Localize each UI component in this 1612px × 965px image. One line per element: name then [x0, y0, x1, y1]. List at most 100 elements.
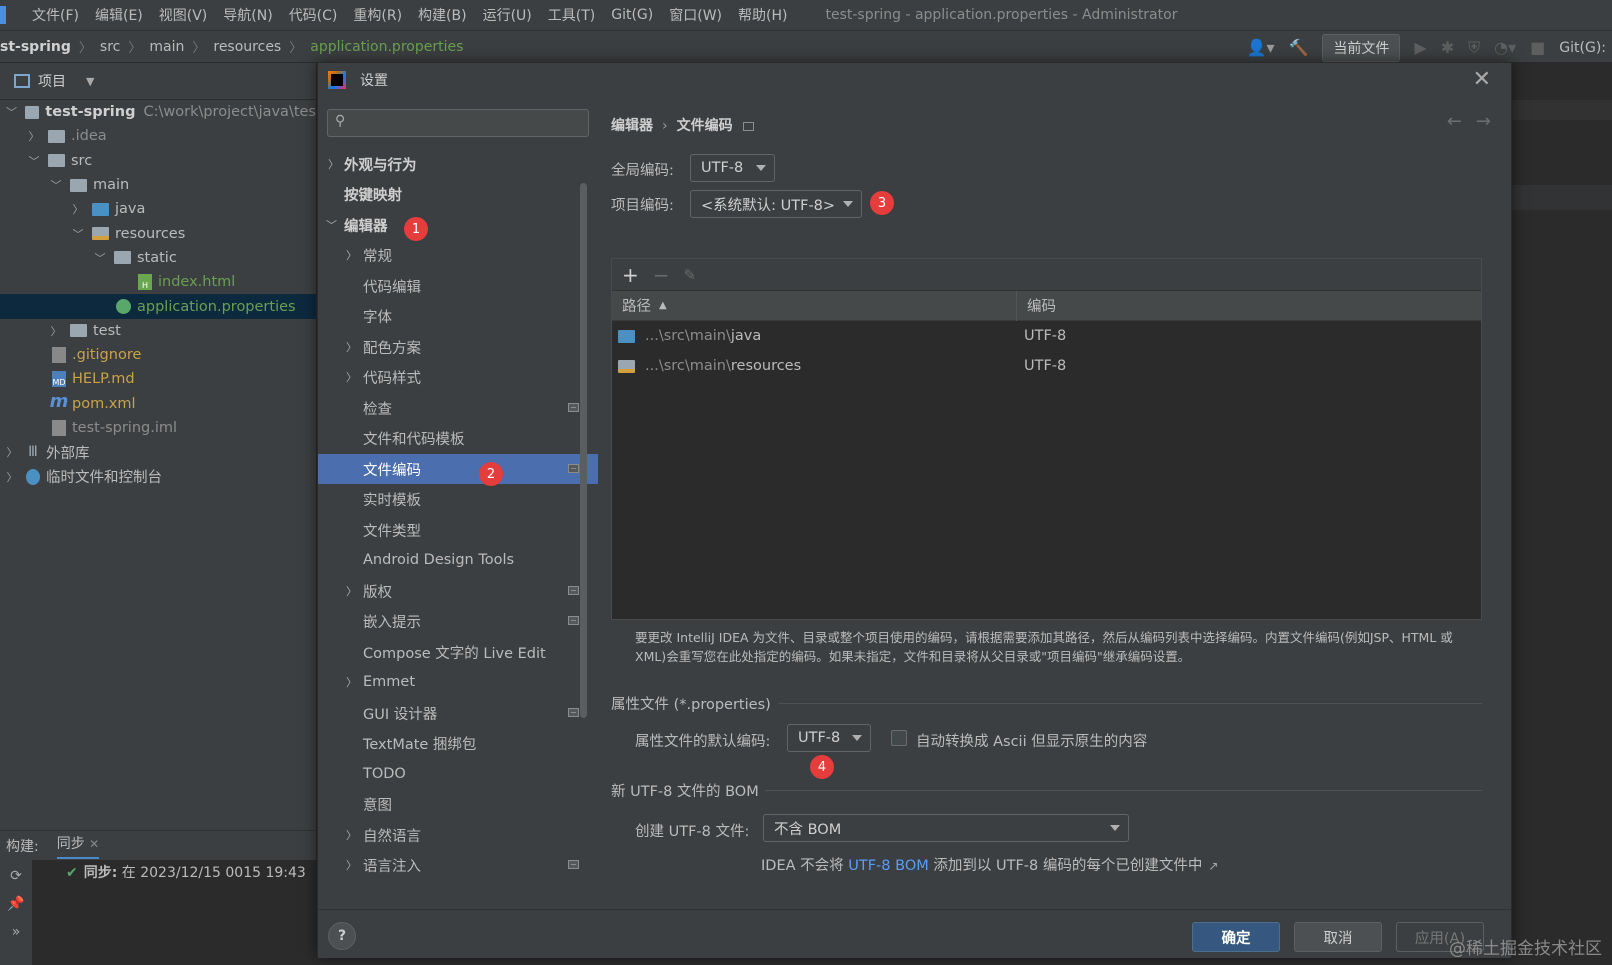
- nav-live-templates[interactable]: 实时模板: [318, 484, 598, 514]
- chevron-down-icon[interactable]: ﹀: [94, 250, 106, 266]
- chevron-right-icon[interactable]: 〉: [346, 583, 357, 599]
- table-row[interactable]: ...\src\main\ java UTF-8: [612, 321, 1481, 351]
- chevron-right-icon[interactable]: 〉: [6, 469, 18, 485]
- user-icon[interactable]: 👤▾: [1247, 38, 1275, 57]
- settings-search[interactable]: ⚲: [327, 109, 589, 137]
- tree-item-external-libraries[interactable]: 〉 Ⅲ 外部库: [0, 440, 316, 464]
- chevron-right-icon[interactable]: 〉: [346, 247, 357, 263]
- chevron-down-icon[interactable]: ▼: [86, 75, 94, 88]
- create-utf8-bom-select[interactable]: 不含 BOM: [763, 814, 1129, 842]
- nav-android-design-tools[interactable]: Android Design Tools: [318, 545, 598, 575]
- breadcrumb-file[interactable]: application.properties: [310, 39, 463, 55]
- ascii-native-label[interactable]: 自动转换成 Ascii 但显示原生的内容: [916, 730, 1147, 751]
- tree-item-pom-xml[interactable]: m pom.xml: [0, 391, 316, 416]
- close-icon[interactable]: ✕: [1473, 67, 1491, 92]
- add-icon[interactable]: +: [622, 263, 639, 287]
- menu-build[interactable]: 构建(B): [410, 5, 475, 25]
- breadcrumb-project[interactable]: st-spring: [0, 39, 71, 55]
- breadcrumb-resources[interactable]: resources: [213, 39, 281, 55]
- tab-sync[interactable]: 同步 ✕: [56, 833, 100, 859]
- tree-item-idea[interactable]: 〉 .idea: [0, 124, 316, 148]
- menu-git[interactable]: Git(G): [603, 7, 661, 23]
- chevron-down-icon[interactable]: ﹀: [50, 177, 62, 193]
- breadcrumb-src[interactable]: src: [100, 39, 120, 55]
- menu-window[interactable]: 窗口(W): [661, 5, 730, 25]
- run-config-selector[interactable]: 当前文件: [1322, 33, 1401, 62]
- pin-icon[interactable]: 📌: [7, 896, 24, 912]
- stop-icon[interactable]: ■: [1530, 38, 1545, 57]
- help-button[interactable]: ?: [328, 922, 356, 950]
- edit-pencil-icon[interactable]: ✎: [684, 266, 697, 284]
- nav-editor[interactable]: ﹀ 编辑器: [318, 210, 598, 240]
- nav-file-encodings[interactable]: 文件编码: [318, 454, 598, 484]
- tree-item-application-properties[interactable]: application.properties: [0, 294, 316, 319]
- run-icon[interactable]: ▶: [1414, 38, 1426, 57]
- nav-color-scheme[interactable]: 〉 配色方案: [318, 332, 598, 362]
- nav-general[interactable]: 〉 常规: [318, 240, 598, 270]
- menu-edit[interactable]: 编辑(E): [87, 5, 151, 25]
- breadcrumb-main[interactable]: main: [149, 39, 184, 55]
- close-icon[interactable]: ✕: [89, 837, 99, 851]
- menu-tools[interactable]: 工具(T): [540, 5, 603, 25]
- nav-language-injections[interactable]: 〉 语言注入: [318, 850, 598, 880]
- nav-font[interactable]: 字体: [318, 301, 598, 331]
- tree-item-resources[interactable]: ﹀ resources: [0, 221, 316, 245]
- nav-textmate-bundles[interactable]: TextMate 捆绑包: [318, 728, 598, 758]
- profile-icon[interactable]: ◔▾: [1494, 38, 1516, 57]
- more-icon[interactable]: »: [12, 924, 21, 940]
- properties-encoding-select[interactable]: UTF-8: [787, 724, 871, 752]
- nav-gui-designer[interactable]: GUI 设计器: [318, 698, 598, 728]
- nav-keymap[interactable]: 按键映射: [318, 179, 598, 209]
- chevron-right-icon[interactable]: 〉: [72, 201, 84, 217]
- chevron-right-icon[interactable]: 〉: [6, 444, 18, 460]
- chevron-right-icon[interactable]: 〉: [346, 369, 357, 385]
- tree-item-main[interactable]: ﹀ main: [0, 173, 316, 197]
- nav-file-templates[interactable]: 文件和代码模板: [318, 423, 598, 453]
- chevron-right-icon[interactable]: 〉: [346, 674, 357, 690]
- chevron-right-icon[interactable]: 〉: [28, 128, 40, 144]
- coverage-icon[interactable]: ⛨: [1468, 38, 1480, 58]
- nav-todo[interactable]: TODO: [318, 759, 598, 789]
- encoding-cell[interactable]: UTF-8: [1017, 328, 1066, 344]
- menu-code[interactable]: 代码(C): [281, 5, 346, 25]
- back-arrow-icon[interactable]: ←: [1447, 111, 1462, 132]
- menu-navigate[interactable]: 导航(N): [215, 5, 280, 25]
- utf8-bom-link[interactable]: UTF-8 BOM: [848, 858, 929, 874]
- git-label[interactable]: Git(G):: [1559, 40, 1606, 56]
- chevron-down-icon[interactable]: ﹀: [72, 226, 84, 242]
- column-encoding-header[interactable]: 编码: [1017, 295, 1056, 316]
- ok-button[interactable]: 确定: [1192, 922, 1280, 952]
- global-encoding-select[interactable]: UTF-8: [690, 154, 775, 182]
- chevron-right-icon[interactable]: 〉: [328, 156, 339, 172]
- nav-file-types[interactable]: 文件类型: [318, 515, 598, 545]
- nav-intentions[interactable]: 意图: [318, 789, 598, 819]
- remove-icon[interactable]: −: [653, 263, 670, 287]
- project-panel-title[interactable]: 项目: [38, 71, 66, 91]
- nav-code-style[interactable]: 〉 代码样式: [318, 362, 598, 392]
- tree-item-scratches[interactable]: 〉 临时文件和控制台: [0, 464, 316, 488]
- ascii-native-checkbox[interactable]: [891, 730, 907, 746]
- encoding-cell[interactable]: UTF-8: [1017, 358, 1066, 374]
- chevron-right-icon[interactable]: 〉: [346, 339, 357, 355]
- nav-natural-languages[interactable]: 〉 自然语言: [318, 820, 598, 850]
- chevron-right-icon[interactable]: 〉: [346, 857, 357, 873]
- menu-file[interactable]: 文件(F): [24, 5, 87, 25]
- table-row[interactable]: ...\src\main\ resources UTF-8: [612, 351, 1481, 381]
- settings-search-input[interactable]: [358, 113, 578, 133]
- debug-icon[interactable]: ✱: [1441, 38, 1454, 57]
- tree-item-project-root[interactable]: ﹀ test-spring C:\work\project\java\tes: [0, 100, 316, 124]
- nav-appearance[interactable]: 〉 外观与行为: [318, 149, 598, 179]
- tree-item-static[interactable]: ﹀ static: [0, 246, 316, 270]
- menu-help[interactable]: 帮助(H): [730, 5, 795, 25]
- tree-item-iml[interactable]: test-spring.iml: [0, 416, 316, 440]
- nav-emmet[interactable]: 〉 Emmet: [318, 667, 598, 697]
- cancel-button[interactable]: 取消: [1294, 922, 1382, 952]
- chevron-down-icon[interactable]: ﹀: [326, 217, 337, 233]
- chevron-down-icon[interactable]: ﹀: [28, 153, 40, 169]
- build-hammer-icon[interactable]: 🔨: [1289, 38, 1309, 57]
- breadcrumb-editor[interactable]: 编辑器: [611, 118, 653, 134]
- chevron-right-icon[interactable]: 〉: [346, 827, 357, 843]
- tree-item-java[interactable]: 〉 java: [0, 197, 316, 221]
- nav-inspections[interactable]: 检查: [318, 393, 598, 423]
- nav-copyright[interactable]: 〉 版权: [318, 576, 598, 606]
